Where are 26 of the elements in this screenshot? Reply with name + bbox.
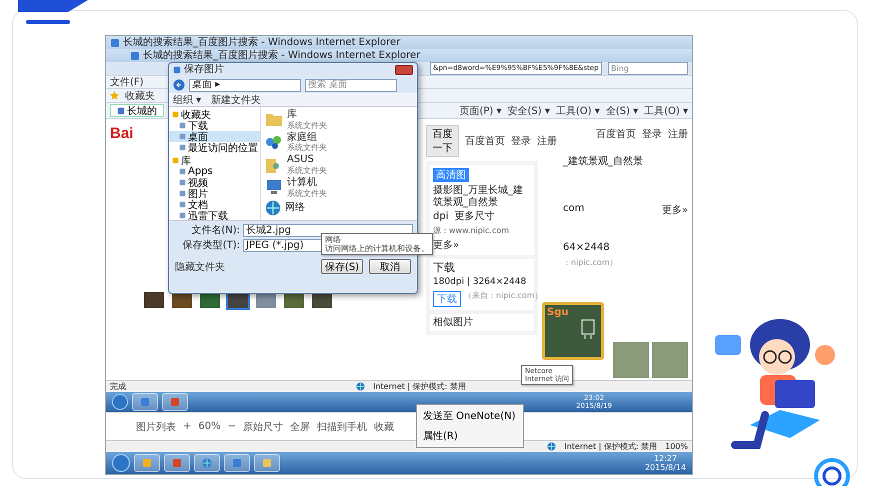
image-title: _建筑景观_自然景 — [563, 156, 644, 168]
meta-text: dpi — [433, 211, 448, 222]
hd-badge: 高清图 — [433, 168, 469, 182]
window-title: 长城的搜索结果_百度图片搜索 - Windows Internet Explorer — [123, 36, 400, 48]
zone-text: Internet | 保护模式: 禁用 — [564, 442, 658, 452]
meta-text: 更多尺寸 — [454, 211, 494, 222]
field-label: 保存类型(T): — [182, 240, 240, 252]
section-heading: 相似图片 — [433, 316, 474, 328]
clock-time: 12:27 — [654, 454, 678, 463]
dialog-title: 保存图片 — [184, 64, 224, 76]
size-text: 64×2448 — [563, 242, 611, 253]
section-heading: 下载 — [433, 262, 456, 274]
zone-text: Internet | 保护模式: 禁用 — [373, 382, 466, 392]
field-label: 文件名(N): — [191, 224, 240, 236]
window-title: 长城的搜索结果_百度图片搜索 - Windows Internet Explorer — [143, 50, 420, 62]
tooltip: 网络 访问网络上的计算机和设备。 — [321, 233, 433, 256]
source-text: ：nipic.com） — [563, 258, 619, 268]
status-text: 完成 — [110, 382, 126, 392]
widget-logo: Sgu — [547, 307, 570, 318]
clock-date: 2015/8/14 — [644, 463, 686, 472]
source-text: 源：www.nipic.com — [433, 226, 510, 235]
size-text: 180dpi | 3264×2448 — [433, 277, 528, 288]
source-text: （来自：nipic.com） — [464, 290, 543, 302]
image-title: 摄影图_万里长城_建筑景观_自然景 — [433, 185, 524, 208]
baidu-logo: Bai — [110, 125, 134, 142]
source-text: com — [563, 202, 584, 216]
